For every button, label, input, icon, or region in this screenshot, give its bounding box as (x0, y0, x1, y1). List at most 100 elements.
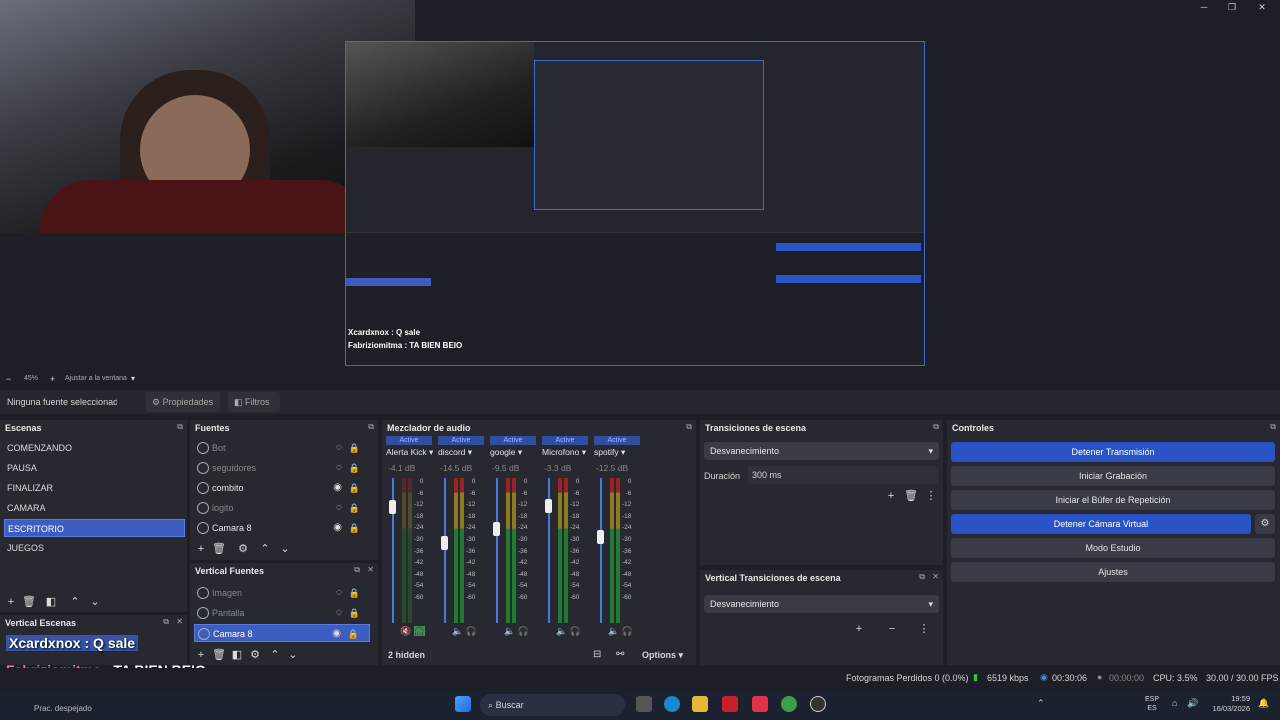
volume-fader[interactable] (389, 500, 396, 514)
speaker-icon[interactable]: 🔈 (608, 626, 622, 636)
virtual-camera-settings-gear-icon[interactable]: ⚙ (1255, 514, 1275, 534)
notification-icon[interactable]: 🔔 (1258, 698, 1269, 709)
edge-icon[interactable] (664, 696, 680, 712)
headphones-icon[interactable]: 🎧 (518, 626, 529, 636)
channel-name[interactable]: Microfono ▾ (542, 447, 586, 458)
transition-menu-button[interactable]: ⋮ (924, 489, 938, 503)
channel-name[interactable]: google ▾ (490, 447, 522, 458)
vertical-source-item[interactable]: Camara 8 ◉ 🔒 (194, 624, 370, 642)
amd-icon[interactable] (722, 696, 738, 712)
speaker-icon[interactable]: 🔈 (452, 626, 466, 636)
mixer-layout-icon[interactable]: ⊟ (593, 649, 601, 660)
source-item[interactable]: Camara 8 ◉ 🔒 (194, 519, 370, 537)
tray-overflow-icon[interactable]: ⌃ (1037, 698, 1045, 709)
start-icon[interactable] (455, 696, 471, 712)
duration-input[interactable]: 300 ms (748, 466, 938, 484)
clock[interactable]: 19:59 16/03/2026 (1208, 694, 1250, 714)
mixer-options-button[interactable]: Options ▾ (642, 650, 683, 661)
eye-hidden-icon[interactable]: ◌ (336, 604, 342, 622)
scene-item[interactable]: PAUSA (4, 459, 185, 477)
float-dock-icon[interactable]: ⧉ (686, 422, 692, 432)
scene-item[interactable]: CAMARA (4, 499, 185, 517)
properties-button[interactable]: ⚙ Propiedades (146, 392, 220, 412)
maximize-button[interactable]: ❐ (1219, 0, 1245, 14)
lock-icon[interactable]: 🔒 (349, 519, 360, 537)
search-box[interactable]: ⌕ Buscar (480, 694, 625, 716)
eye-hidden-icon[interactable]: ◌ (336, 584, 342, 602)
volume-fader[interactable] (441, 536, 448, 551)
vertical-source-filters-button[interactable]: ◧ (230, 648, 244, 662)
lock-icon[interactable]: 🔒 (349, 604, 360, 622)
remove-transition-button[interactable]: 🗑 (904, 489, 918, 503)
vertical-transition-select[interactable]: Desvanecimiento (704, 595, 939, 613)
float-dock-icon[interactable]: ⧉ (163, 617, 169, 627)
music-icon[interactable] (752, 696, 768, 712)
headphones-icon[interactable]: 🎧 (570, 626, 581, 636)
volume-fader[interactable] (493, 521, 500, 536)
hidden-channels-label[interactable]: 2 hidden (388, 650, 425, 660)
vertical-transition-menu-button[interactable]: ⋮ (917, 622, 931, 636)
zoom-in-button[interactable]: + (50, 374, 55, 384)
lock-icon[interactable]: 🔒 (349, 499, 360, 517)
float-dock-icon[interactable]: ⧉ (933, 422, 939, 432)
add-transition-button[interactable]: + (884, 489, 898, 503)
close-dock-icon[interactable]: ✕ (176, 617, 183, 626)
headphones-icon[interactable]: 🎧 (413, 626, 425, 636)
muted-speaker-icon[interactable]: 🔇 (400, 626, 414, 636)
transition-select[interactable]: Desvanecimiento (704, 442, 939, 460)
start-replay-buffer-button[interactable]: Iniciar el Búfer de Repetición (951, 490, 1275, 510)
stop-virtual-camera-button[interactable]: Detener Cámara Virtual (951, 514, 1251, 534)
channel-name[interactable]: spotify ▾ (594, 447, 625, 458)
chrome-icon[interactable] (781, 696, 797, 712)
channel-name[interactable]: discord ▾ (438, 447, 472, 458)
add-scene-button[interactable]: + (4, 595, 18, 609)
float-dock-icon[interactable]: ⧉ (919, 572, 925, 582)
source-item[interactable]: Bot ◌ 🔒 (194, 439, 370, 457)
fit-window-select[interactable]: Ajustar a la ventana (65, 375, 127, 382)
zoom-out-button[interactable]: − (6, 374, 11, 384)
scene-item[interactable]: ESCRITORIO (4, 519, 185, 537)
start-recording-button[interactable]: Iniciar Grabación (951, 466, 1275, 486)
move-scene-down-button[interactable]: ⌄ (88, 595, 102, 609)
move-vertical-source-up-button[interactable]: ⌃ (268, 648, 282, 662)
source-settings-button[interactable]: ⚙ (236, 542, 250, 556)
close-window-button[interactable]: ✕ (1249, 0, 1275, 14)
source-item[interactable]: logito ◌ 🔒 (194, 499, 370, 517)
lock-icon[interactable]: 🔒 (349, 439, 360, 457)
obs-icon[interactable] (810, 696, 826, 712)
lock-icon[interactable]: 🔒 (349, 584, 360, 602)
remove-source-button[interactable]: 🗑 (212, 542, 226, 556)
minimize-button[interactable]: ─ (1191, 0, 1217, 14)
preview-canvas[interactable]: Xcardxnox : Q sale Fabriziomitma : TA BI… (345, 41, 925, 366)
volume-icon[interactable]: 🔊 (1187, 698, 1198, 709)
vertical-source-item[interactable]: Imagen ◌ 🔒 (194, 584, 370, 602)
headphones-icon[interactable]: 🎧 (466, 626, 477, 636)
float-dock-icon[interactable]: ⧉ (354, 565, 360, 575)
eye-icon[interactable]: ◉ (332, 625, 341, 643)
move-source-up-button[interactable]: ⌃ (258, 542, 272, 556)
filters-button[interactable]: ◧ Filtros (228, 392, 280, 412)
add-vertical-transition-button[interactable]: + (852, 622, 866, 636)
settings-button[interactable]: Ajustes (951, 562, 1275, 582)
speaker-icon[interactable]: 🔈 (556, 626, 570, 636)
add-vertical-source-button[interactable]: + (194, 648, 208, 662)
lock-icon[interactable]: 🔒 (349, 479, 360, 497)
chevron-down-icon[interactable]: ▾ (131, 374, 135, 383)
vertical-source-item[interactable]: Pantalla ◌ 🔒 (194, 604, 370, 622)
scene-item[interactable]: JUEGOS (4, 539, 185, 557)
move-scene-up-button[interactable]: ⌃ (68, 595, 82, 609)
studio-mode-button[interactable]: Modo Estudio (951, 538, 1275, 558)
scene-item[interactable]: FINALIZAR (4, 479, 185, 497)
close-dock-icon[interactable]: ✕ (932, 572, 939, 581)
volume-fader[interactable] (545, 498, 552, 513)
move-vertical-source-down-button[interactable]: ⌄ (286, 648, 300, 662)
scene-filters-button[interactable]: ◧ (44, 595, 58, 609)
eye-icon[interactable]: ◉ (333, 479, 342, 497)
task-view-icon[interactable] (636, 696, 652, 712)
eye-icon[interactable]: ◉ (333, 519, 342, 537)
lock-icon[interactable]: 🔒 (349, 459, 360, 477)
lock-icon[interactable]: 🔒 (348, 625, 359, 643)
float-dock-icon[interactable]: ⧉ (368, 422, 374, 432)
add-source-button[interactable]: + (194, 542, 208, 556)
headphones-icon[interactable]: 🎧 (622, 626, 633, 636)
